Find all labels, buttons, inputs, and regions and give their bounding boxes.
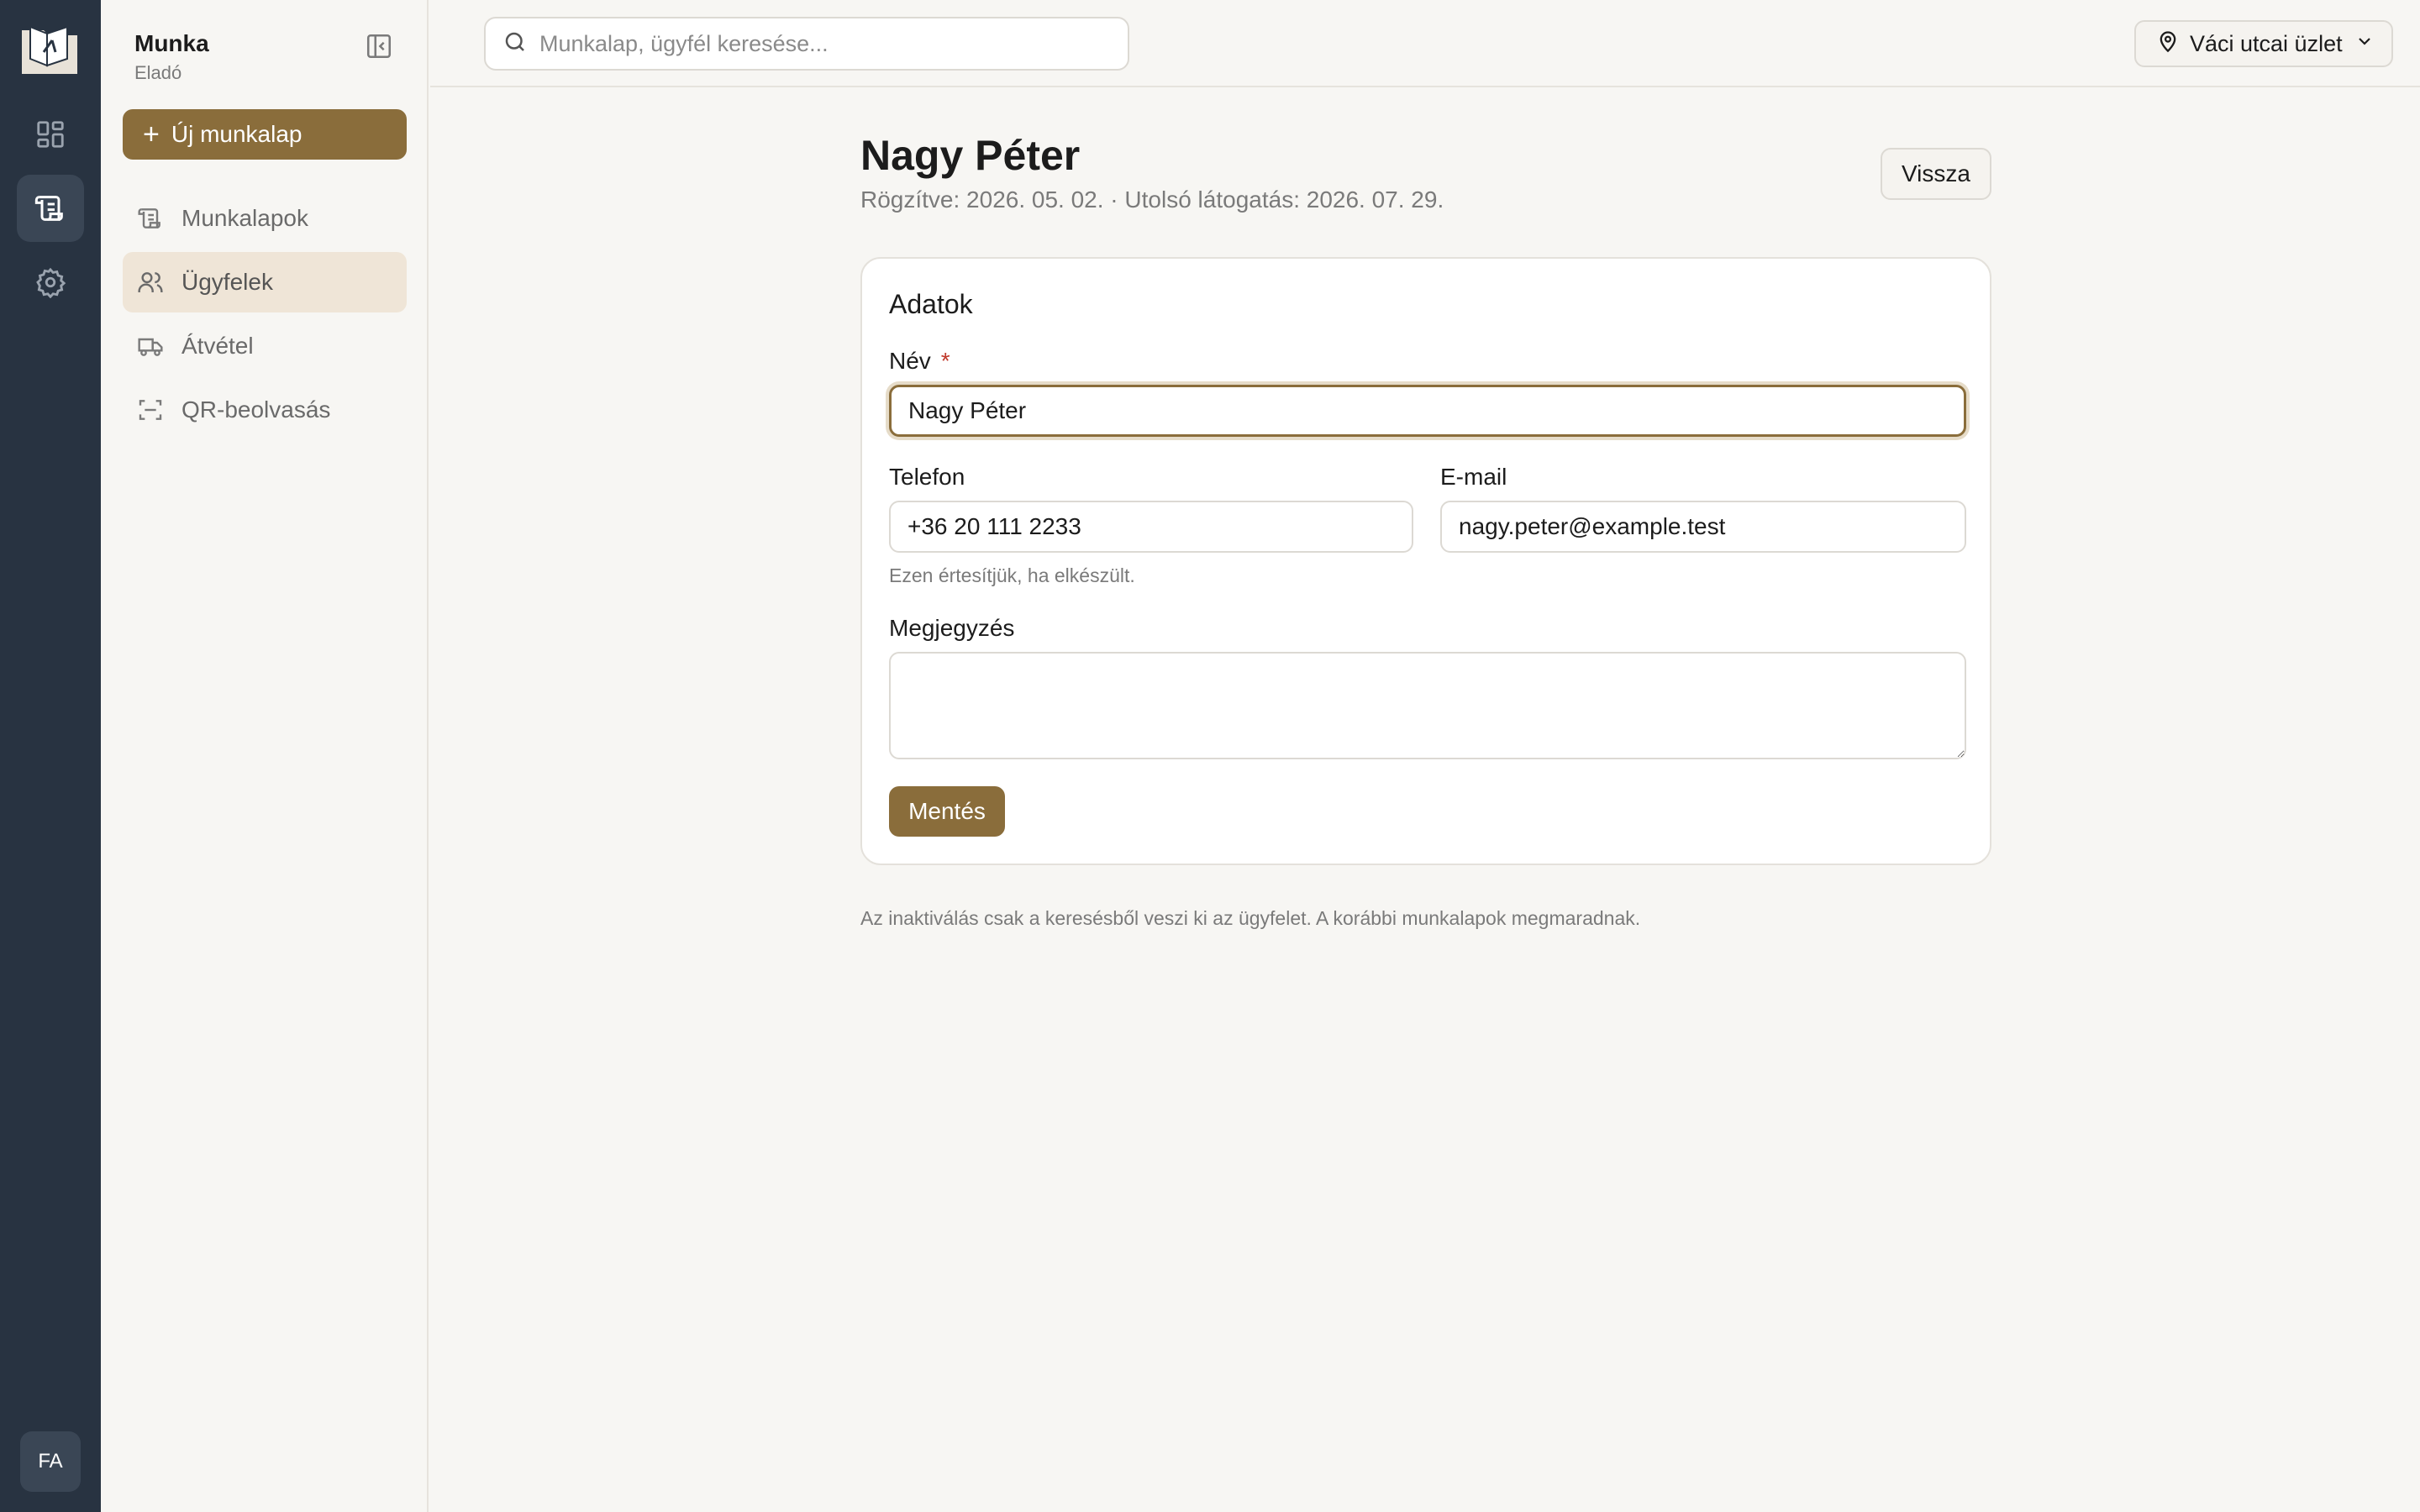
user-avatar[interactable]: FA: [20, 1431, 81, 1492]
users-icon: [136, 268, 165, 297]
phone-hint: Ezen értesítjük, ha elkészült.: [889, 564, 1135, 586]
icon-rail: FA: [0, 0, 101, 1512]
search-icon: [502, 29, 528, 59]
phone-field[interactable]: [889, 501, 1413, 553]
page-meta: Rögzítve: 2026. 05. 02. · Utolsó látogat…: [860, 186, 1444, 213]
new-worksheet-button[interactable]: + Új munkalap: [123, 109, 407, 160]
settings-icon[interactable]: [17, 249, 84, 316]
qr-scan-icon: [136, 396, 165, 424]
name-label: Név *: [889, 348, 950, 375]
required-mark: *: [940, 348, 950, 374]
location-selector[interactable]: Váci utcai üzlet: [2134, 20, 2393, 67]
name-label-text: Név: [889, 348, 931, 374]
save-button[interactable]: Mentés: [889, 786, 1005, 837]
map-pin-icon: [2156, 29, 2180, 59]
sidebar-item-label: Átvétel: [182, 333, 254, 359]
location-label: Váci utcai üzlet: [2190, 30, 2343, 56]
sidebar-item-label: Munkalapok: [182, 205, 308, 231]
search-box[interactable]: [484, 17, 1129, 71]
dashboard-icon[interactable]: [17, 101, 84, 168]
collapse-sidebar-icon[interactable]: [365, 32, 393, 60]
truck-icon: [136, 332, 165, 360]
plus-icon: +: [143, 118, 160, 150]
page-title: Nagy Péter: [860, 132, 1081, 179]
name-field[interactable]: [889, 385, 1966, 437]
sidebar-item-label: QR-beolvasás: [182, 396, 331, 423]
customer-data-card: Adatok Név * Telefon Ezen értesítjük, ha …: [860, 257, 1991, 865]
email-label: E-mail: [1440, 464, 1507, 490]
worksheet-icon: [136, 204, 165, 233]
note-label: Megjegyzés: [889, 615, 1015, 641]
sidebar-item-label: Ügyfelek: [182, 269, 273, 295]
chevron-down-icon: [2354, 31, 2375, 57]
card-title: Adatok: [889, 289, 973, 319]
new-worksheet-label: Új munkalap: [171, 121, 302, 147]
avatar-initials: FA: [38, 1450, 63, 1473]
phone-label: Telefon: [889, 464, 965, 490]
worksheets-icon[interactable]: [17, 175, 84, 242]
sidebar-title: Munka: [134, 30, 209, 56]
deactivation-footnote: Az inaktiválás csak a keresésből veszi k…: [860, 907, 1641, 929]
topbar: Váci utcai üzlet: [430, 0, 2420, 87]
search-input[interactable]: [539, 30, 1094, 57]
sidebar: Munka Eladó + Új munkalap Munkalapok Ügy…: [101, 0, 429, 1512]
app-logo-icon[interactable]: [18, 22, 81, 77]
back-button[interactable]: Vissza: [1881, 148, 1991, 200]
sidebar-subtitle: Eladó: [134, 62, 182, 83]
sidebar-item-munkalapok[interactable]: Munkalapok: [123, 188, 407, 249]
sidebar-item-ugyfelek[interactable]: Ügyfelek: [123, 252, 407, 312]
sidebar-item-atvetel[interactable]: Átvétel: [123, 316, 407, 376]
sidebar-item-qr-beolvasas[interactable]: QR-beolvasás: [123, 380, 407, 440]
email-field[interactable]: [1440, 501, 1966, 553]
note-textarea[interactable]: [889, 652, 1966, 759]
